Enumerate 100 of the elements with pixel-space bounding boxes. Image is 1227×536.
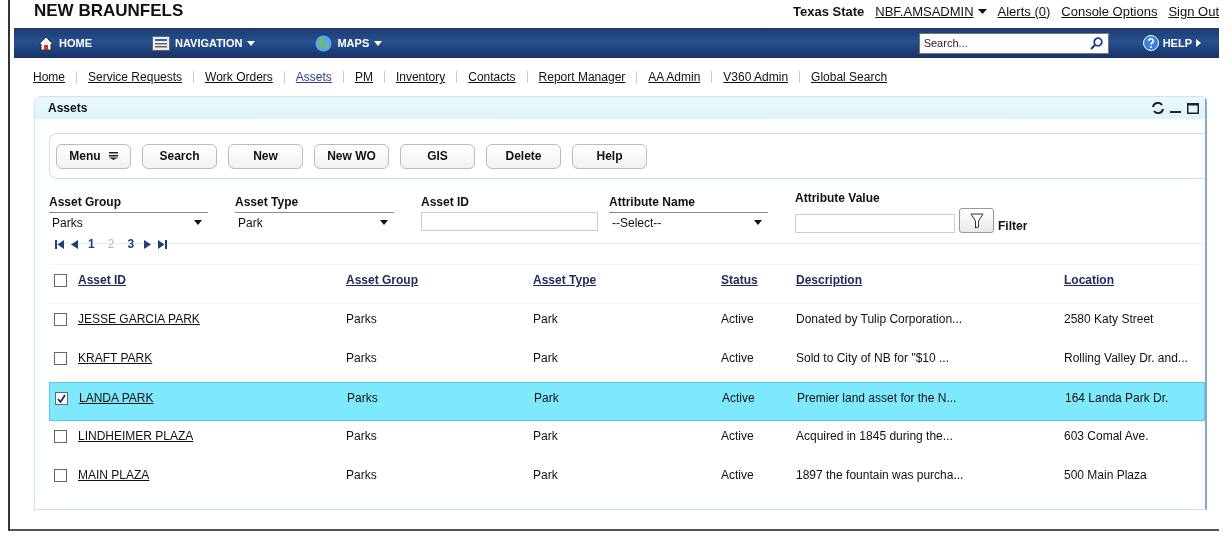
table-cell: Parks <box>346 468 377 482</box>
next-page-icon[interactable] <box>144 239 152 249</box>
help-menu[interactable]: HELP <box>1142 35 1201 51</box>
header-link[interactable]: Sign Out <box>1168 3 1219 19</box>
search-field[interactable]: Search... <box>918 32 1109 54</box>
organization-name: Texas State <box>793 3 865 19</box>
toolbar-button[interactable]: New WO <box>314 143 389 169</box>
nav-menu-item[interactable]: NAVIGATION <box>152 35 256 51</box>
table-cell: Premier land asset for the N... <box>797 391 957 405</box>
nav-link[interactable]: Inventory <box>395 70 446 84</box>
toolbar-button[interactable]: New <box>228 143 303 169</box>
caret-icon <box>374 40 383 46</box>
table-cell: Park <box>533 351 558 365</box>
panel-title: Assets <box>48 101 88 115</box>
nav-link[interactable]: PM <box>354 70 373 84</box>
filter-label: Asset ID <box>421 195 471 209</box>
table-cell: Parks <box>347 391 378 405</box>
table-cell: Parks <box>346 429 377 443</box>
table-cell: Donated by Tulip Corporation... <box>796 312 963 326</box>
nav-link[interactable]: Work Orders <box>205 70 273 84</box>
search-icon <box>1089 36 1103 50</box>
header-link[interactable]: Alerts (0) <box>997 3 1051 19</box>
row-checkbox[interactable] <box>53 469 67 482</box>
caret-icon <box>194 220 202 225</box>
nav-menu-item[interactable]: MAPS <box>315 34 383 52</box>
table-cell: Parks <box>346 351 377 365</box>
filter-label: Attribute Value <box>795 191 881 205</box>
menu-icon <box>108 152 118 160</box>
toolbar-button[interactable]: Delete <box>486 143 561 169</box>
row-checkbox[interactable] <box>53 352 67 365</box>
table-row[interactable]: KRAFT PARK Parks Park Active Sold to City of NB for "$10 ... Rolling Valley Dr. and... <box>49 343 1205 382</box>
filter-label: Filter <box>998 219 1028 233</box>
asset-link[interactable]: JESSE GARCIA PARK <box>78 312 200 326</box>
caret-icon <box>247 40 256 46</box>
nav-link[interactable]: Report Manager <box>538 70 626 84</box>
table-cell: Park <box>533 468 558 482</box>
table-row[interactable]: LANDA PARK Parks Park Active Premier land asset for the N... 164 Landa Park Dr. <box>49 382 1205 421</box>
nav-link[interactable]: Contacts <box>468 70 516 84</box>
toolbar-button[interactable]: Menu <box>56 143 131 169</box>
caret-icon <box>977 8 987 14</box>
asset-link[interactable]: LANDA PARK <box>79 391 154 405</box>
nav-link[interactable]: AA Admin <box>648 70 701 84</box>
asset-link[interactable]: LINDHEIMER PLAZA <box>78 429 194 443</box>
table-cell: Active <box>722 391 755 405</box>
user-menu[interactable]: NBF.AMSADMIN <box>875 3 987 19</box>
select-all-checkbox[interactable] <box>53 274 67 287</box>
row-checkbox[interactable] <box>53 313 67 326</box>
nav-menu-item[interactable]: HOME <box>38 35 92 51</box>
table-cell: 603 Comal Ave. <box>1064 429 1149 443</box>
table-row[interactable]: MAIN PLAZA Parks Park Active 1897 the fountain was purcha... 500 Main Plaza <box>49 460 1205 499</box>
globe-icon <box>315 34 333 52</box>
filter-button[interactable] <box>959 208 994 233</box>
column-header[interactable]: Asset ID <box>78 273 127 287</box>
column-header[interactable]: Asset Type <box>533 273 597 287</box>
row-checkbox[interactable] <box>53 430 67 443</box>
table-cell: Acquired in 1845 during the... <box>796 429 953 443</box>
table-cell: Active <box>721 429 754 443</box>
page-link[interactable]: 1 <box>88 237 95 251</box>
list-icon <box>152 35 170 51</box>
table-row[interactable]: LINDHEIMER PLAZA Parks Park Active Acquired in 1845 during the... 603 Comal Ave. <box>49 421 1205 460</box>
nav-link[interactable]: V360 Admin <box>723 70 789 84</box>
table-cell: 2580 Katy Street <box>1064 312 1154 326</box>
maximize-icon[interactable] <box>1187 102 1199 114</box>
table-cell: Park <box>533 312 558 326</box>
toolbar-button[interactable]: Search <box>142 143 217 169</box>
first-page-icon[interactable] <box>55 239 64 249</box>
text-field[interactable] <box>421 212 598 231</box>
header-link[interactable]: Console Options <box>1061 3 1158 19</box>
table-cell: 1897 the fountain was purcha... <box>796 468 964 482</box>
asset-link[interactable]: KRAFT PARK <box>78 351 153 365</box>
table-cell: 164 Landa Park Dr. <box>1065 391 1169 405</box>
question-icon <box>1142 35 1159 51</box>
refresh-icon[interactable] <box>1152 102 1164 114</box>
table-cell: Rolling Valley Dr. and... <box>1064 351 1188 365</box>
nav-link[interactable]: Home <box>33 70 65 84</box>
column-header[interactable]: Asset Group <box>346 273 418 287</box>
last-page-icon[interactable] <box>158 239 168 249</box>
row-checkbox[interactable] <box>54 392 68 405</box>
column-header[interactable]: Description <box>796 273 862 287</box>
text-field[interactable] <box>795 214 955 233</box>
caret-icon <box>754 220 762 225</box>
column-header[interactable]: Location <box>1064 273 1114 287</box>
toolbar-button[interactable]: Help <box>572 143 647 169</box>
previous-page-icon[interactable] <box>71 239 78 249</box>
table-cell: Parks <box>346 312 377 326</box>
filter-label: Asset Group <box>49 195 122 209</box>
table-cell: Park <box>534 391 559 405</box>
toolbar-button[interactable]: GIS <box>400 143 475 169</box>
table-cell: Active <box>721 468 754 482</box>
column-header[interactable]: Status <box>721 273 758 287</box>
filter-label: Asset Type <box>235 195 300 209</box>
page-link[interactable]: 3 <box>127 237 135 251</box>
table-row[interactable]: JESSE GARCIA PARK Parks Park Active Donated by Tulip Corporation... 2580 Katy Street <box>49 304 1205 343</box>
nav-link[interactable]: Global Search <box>811 70 888 84</box>
table-cell: Active <box>721 312 754 326</box>
asset-link[interactable]: MAIN PLAZA <box>78 468 150 482</box>
table-cell: Sold to City of NB for "$10 ... <box>796 351 949 365</box>
nav-link[interactable]: Service Requests <box>88 70 183 84</box>
table-cell: 500 Main Plaza <box>1064 468 1147 482</box>
nav-link[interactable]: Assets <box>295 70 332 84</box>
